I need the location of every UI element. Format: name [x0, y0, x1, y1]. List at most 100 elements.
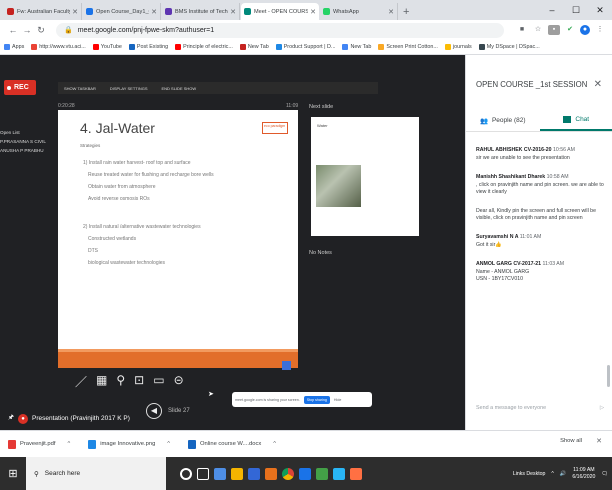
minimize-button[interactable]: –	[540, 0, 564, 20]
chat-message: Manishh Shashikant Dharek 10:58 AM, clic…	[476, 174, 608, 197]
star-icon[interactable]: ☆	[532, 25, 544, 35]
bookmark-item[interactable]: My DSpace | DSpac...	[478, 44, 540, 50]
app-icon[interactable]	[350, 467, 362, 480]
close-tab-icon[interactable]: ✕	[151, 8, 157, 16]
send-icon[interactable]: ▷	[600, 405, 604, 411]
bookmark-item[interactable]: Screen Print Cotton...	[378, 44, 438, 50]
close-downloads-icon[interactable]: ✕	[596, 437, 602, 445]
presenter-tools: ／ ▦ ⚲ ⊡ ▭ ⊝	[75, 373, 184, 393]
close-tab-icon[interactable]: ✕	[230, 8, 236, 16]
stop-sharing-button[interactable]: Stop sharing	[303, 395, 330, 404]
subtitles-icon[interactable]: ▭	[153, 373, 164, 393]
volume-icon[interactable]: 🔊	[560, 471, 566, 477]
chevron-up-icon[interactable]: ^	[167, 441, 170, 447]
check-extension-icon[interactable]: ✔	[564, 25, 576, 35]
downloads-bar: Praveenjit.pdf ^ image Innovative.png ^ Onli…	[0, 430, 612, 457]
bookmark-item[interactable]: Product Support | D...	[275, 44, 335, 50]
slide-bullet: Reuse treated water for flushing and rec…	[88, 172, 214, 178]
url-text: meet.google.com/pnj-fpwe-skm?authuser=1	[77, 26, 215, 34]
taskbar-search[interactable]: ⚲ Search here	[26, 457, 166, 490]
previous-slide-button[interactable]: ◀	[146, 403, 162, 419]
pin-icon[interactable]: 🖈	[8, 413, 14, 424]
new-tab-button[interactable]: +	[403, 6, 409, 18]
chevron-up-icon[interactable]: ^	[273, 441, 276, 447]
bookmark-item[interactable]: Principle of electric...	[175, 44, 233, 50]
taskbar-clock[interactable]: 11:09 AM 6/16/2020	[572, 467, 595, 481]
url-field[interactable]: 🔒 meet.google.com/pnj-fpwe-skm?authuser=…	[56, 22, 504, 38]
close-tab-icon[interactable]: ✕	[310, 8, 316, 16]
bookmark-item[interactable]: Apps	[4, 44, 24, 50]
back-arrow-icon[interactable]: ←	[6, 25, 20, 35]
pen-icon[interactable]: ／	[75, 373, 87, 393]
show-all-downloads[interactable]: Show all	[560, 438, 582, 444]
file-icon	[8, 439, 16, 449]
hide-button[interactable]: Hide	[334, 398, 341, 402]
bookmark-item[interactable]: Post Existing	[128, 44, 168, 50]
app-icon[interactable]	[299, 467, 311, 480]
chrome-icon[interactable]	[282, 467, 294, 480]
extension-icon[interactable]: ▪	[548, 25, 560, 35]
more-options-icon[interactable]: ⊝	[174, 373, 184, 393]
record-dot-icon	[7, 85, 11, 90]
camera-icon[interactable]: ■	[516, 25, 528, 35]
app-icon[interactable]	[231, 467, 243, 480]
bookmark-item[interactable]: journals	[444, 44, 472, 50]
ppt-toolbar-item[interactable]: END SLIDE SHOW	[162, 86, 197, 91]
maximize-button[interactable]: ☐	[564, 0, 588, 20]
next-slide-thumbnail[interactable]: Water	[311, 117, 419, 236]
chat-text: sir we are unable to see the presentatio…	[476, 155, 570, 161]
chat-text: Name - ANMOL GARG USN - 1BY17CV010	[476, 268, 530, 283]
chevron-up-icon[interactable]: ^	[67, 441, 70, 447]
close-icon[interactable]: ✕	[594, 79, 602, 90]
bookmark-icon	[128, 44, 135, 50]
download-item[interactable]: image Innovative.png ^	[88, 439, 170, 449]
download-item[interactable]: Online course W....docx ^	[188, 439, 276, 449]
bookmark-item[interactable]: YouTube	[92, 44, 122, 50]
slide-title: 4. Jal-Water	[80, 120, 155, 136]
browser-tab[interactable]: Meet - OPEN COURSE_1st✕	[241, 3, 319, 20]
tray-chevron-icon[interactable]: ^	[551, 471, 553, 477]
cortana-icon[interactable]	[180, 467, 192, 480]
presenter-notes-toggle-icon[interactable]	[282, 361, 291, 370]
menu-icon[interactable]: ⋮	[594, 25, 606, 35]
slides-grid-icon[interactable]: ▦	[96, 373, 107, 393]
download-item[interactable]: Praveenjit.pdf ^	[8, 439, 70, 449]
browser-tab[interactable]: Open Course_Day1_Civil Engg✕	[83, 3, 161, 20]
reload-icon[interactable]: ↻	[34, 25, 48, 36]
chat-time: 10:58 AM	[546, 173, 569, 180]
ppt-toolbar-item[interactable]: DISPLAY SETTINGS	[110, 86, 148, 91]
app-icon[interactable]	[333, 467, 345, 480]
bookmark-item[interactable]: New Tab	[239, 44, 269, 50]
app-icon[interactable]	[214, 467, 226, 480]
screen-icon[interactable]: ⊡	[134, 373, 144, 393]
app-icon[interactable]	[265, 467, 277, 480]
app-icon[interactable]	[316, 467, 328, 480]
forward-arrow-icon[interactable]: →	[20, 25, 34, 35]
profile-avatar[interactable]: ●	[580, 25, 590, 35]
windows-start-icon[interactable]: ⊞	[0, 467, 26, 480]
browser-tab[interactable]: WhatsApp ✕	[320, 3, 398, 20]
lock-icon: 🔒	[64, 27, 73, 34]
send-message-input[interactable]: Send a message to everyone ▷	[476, 405, 604, 411]
chat-scrollbar[interactable]	[607, 365, 610, 387]
people-icon: 👥	[479, 118, 489, 125]
zoom-icon[interactable]: ⚲	[116, 373, 125, 393]
tab-chat[interactable]: Chat	[539, 110, 612, 131]
notification-icon[interactable]: 🗨	[601, 471, 608, 477]
tab-people[interactable]: 👥 People (82)	[466, 110, 540, 131]
bookmark-item[interactable]: New Tab	[342, 44, 371, 50]
app-icon[interactable]	[248, 467, 260, 480]
close-tab-icon[interactable]: ✕	[72, 8, 78, 16]
slide-footer	[58, 352, 298, 368]
bookmark-item[interactable]: http://www.vtu.aci...	[31, 44, 86, 50]
task-view-icon[interactable]	[197, 467, 209, 480]
notes-label: No Notes	[309, 250, 332, 256]
browser-tab[interactable]: Fw: Australian Faculty Webinar✕	[4, 3, 82, 20]
close-tab-icon[interactable]: ✕	[388, 8, 394, 16]
ppt-toolbar-item[interactable]: SHOW TASKBAR	[64, 86, 96, 91]
browser-tab[interactable]: BMS Institute of Technology✕	[162, 3, 240, 20]
tray-links[interactable]: Links Desktop	[513, 471, 546, 477]
close-window-button[interactable]: ✕	[588, 0, 612, 20]
slide-bullet: 2) Install natural /alternative wastewat…	[83, 224, 201, 230]
slide-bullet: Avoid reverse osmosis ROs	[88, 196, 150, 202]
